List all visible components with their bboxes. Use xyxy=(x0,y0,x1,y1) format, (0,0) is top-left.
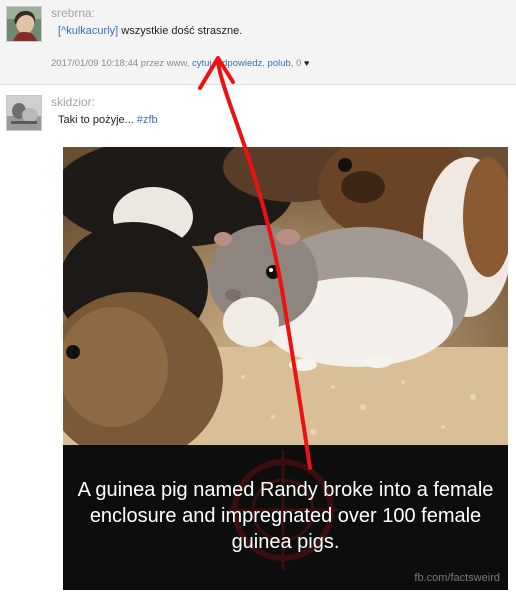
meta-timestamp: 2017/01/09 10:18:44 przez www, xyxy=(51,58,193,69)
comment-body: wszystkie dość straszne. xyxy=(118,25,243,37)
embedded-image[interactable]: A guinea pig named Randy broke into a fe… xyxy=(63,147,508,590)
quote-link[interactable]: cytuj xyxy=(192,58,212,69)
avatar-image xyxy=(7,96,41,130)
image-caption-panel: A guinea pig named Randy broke into a fe… xyxy=(63,445,508,590)
username[interactable]: srebrna: xyxy=(51,6,95,20)
avatar-image xyxy=(7,7,41,41)
username[interactable]: skidzior: xyxy=(51,95,95,109)
guinea-pig-photo xyxy=(63,147,508,445)
hashtag-link[interactable]: #zfb xyxy=(137,114,158,126)
image-credit: fb.com/factsweird xyxy=(414,572,500,584)
like-link[interactable]: polub xyxy=(268,58,291,69)
comment-meta: 2017/01/09 10:18:44 przez www, cytuj, od… xyxy=(51,58,309,69)
avatar[interactable] xyxy=(6,95,42,131)
caption-text: A guinea pig named Randy broke into a fe… xyxy=(77,479,494,553)
like-count: 0 xyxy=(296,58,305,69)
comment-text: [^kulkacurly] wszystkie dość straszne. xyxy=(58,25,242,37)
heart-icon: ♥ xyxy=(304,58,310,68)
comment-text: Taki to pożyje... #zfb xyxy=(58,114,158,126)
mention-link[interactable]: [^kulkacurly] xyxy=(58,25,118,37)
comment-body: Taki to pożyje... xyxy=(58,114,137,126)
reply-link[interactable]: odpowiedz xyxy=(217,58,262,69)
comment-post: srebrna: [^kulkacurly] wszystkie dość st… xyxy=(0,0,516,85)
avatar[interactable] xyxy=(6,6,42,42)
comment-post: skidzior: Taki to pożyje... #zfb A guine… xyxy=(0,85,516,600)
